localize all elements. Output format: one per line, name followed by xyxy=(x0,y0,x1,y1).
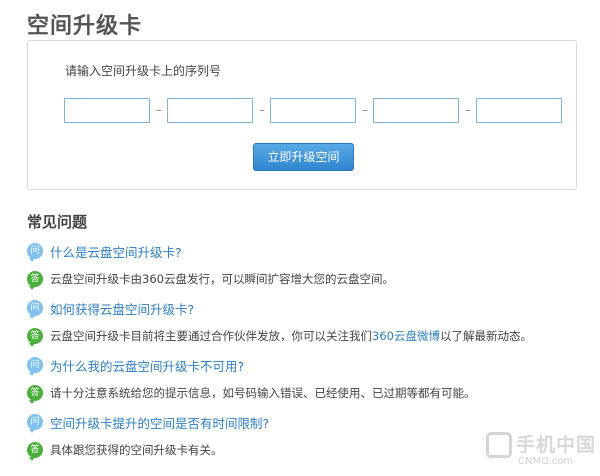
faq-answer-text: 云盘空间升级卡目前将主要通过合作伙伴发放，你可以关注我们360云盘微博以了解最新… xyxy=(50,328,532,344)
faq-answer: 答 云盘空间升级卡由360云盘发行，可以瞬间扩容增大您的云盘空间。 xyxy=(27,270,394,290)
serial-input-5[interactable] xyxy=(476,98,562,123)
upgrade-card: 请输入空间升级卡上的序列号 – – – – 立即升级空间 xyxy=(27,40,577,190)
watermark-logo-icon xyxy=(486,432,512,458)
faq-question-text[interactable]: 空间升级卡提升的空间是否有时间限制? xyxy=(50,413,269,432)
watermark-text: 手机中国 xyxy=(516,434,597,456)
faq-question[interactable]: 问 为什么我的云盘空间升级卡不可用? xyxy=(27,356,244,376)
faq-answer: 答 具体跟您获得的空间升级卡有关。 xyxy=(27,441,223,461)
faq-question[interactable]: 问 如何获得云盘空间升级卡? xyxy=(27,299,194,319)
faq-answer-after-link: 以了解最新动态。 xyxy=(439,329,532,343)
faq-question-text[interactable]: 如何获得云盘空间升级卡? xyxy=(50,299,194,318)
serial-dash: – xyxy=(156,103,162,117)
answer-icon: 答 xyxy=(27,442,43,461)
serial-input-4[interactable] xyxy=(373,98,459,123)
faq-question-text[interactable]: 什么是云盘空间升级卡? xyxy=(50,242,182,261)
answer-icon: 答 xyxy=(27,385,43,404)
answer-icon: 答 xyxy=(27,328,43,347)
serial-dash: – xyxy=(465,103,471,117)
serial-input-2[interactable] xyxy=(167,98,253,123)
answer-icon: 答 xyxy=(27,271,43,290)
page-title: 空间升级卡 xyxy=(27,14,143,39)
faq-answer: 答 请十分注意系统给您的提示信息，如号码输入错误、已经使用、已过期等都有可能。 xyxy=(27,384,476,404)
question-icon: 问 xyxy=(27,414,43,433)
cnmo-watermark: 手机中国 CNMO.com xyxy=(486,430,596,472)
weibo-link[interactable]: 360云盘微博 xyxy=(372,329,440,343)
question-icon: 问 xyxy=(27,243,43,262)
serial-dash: – xyxy=(259,103,265,117)
serial-input-1[interactable] xyxy=(64,98,150,123)
serial-input-3[interactable] xyxy=(270,98,356,123)
faq-question[interactable]: 问 什么是云盘空间升级卡? xyxy=(27,242,182,262)
upgrade-now-button[interactable]: 立即升级空间 xyxy=(253,143,354,171)
question-icon: 问 xyxy=(27,300,43,319)
faq-title: 常见问题 xyxy=(27,213,88,231)
faq-answer-before-link: 云盘空间升级卡目前将主要通过合作伙伴发放，你可以关注我们 xyxy=(50,329,372,343)
faq-answer-text: 云盘空间升级卡由360云盘发行，可以瞬间扩容增大您的云盘空间。 xyxy=(50,272,394,286)
serial-number-label: 请输入空间升级卡上的序列号 xyxy=(65,64,222,78)
faq-answer: 答 云盘空间升级卡目前将主要通过合作伙伴发放，你可以关注我们360云盘微博以了解… xyxy=(27,327,532,347)
faq-question-text[interactable]: 为什么我的云盘空间升级卡不可用? xyxy=(50,356,244,375)
serial-number-inputs: – – – – xyxy=(64,98,562,123)
watermark-subtext: CNMO.com xyxy=(518,456,574,467)
question-icon: 问 xyxy=(27,357,43,376)
faq-answer-text: 请十分注意系统给您的提示信息，如号码输入错误、已经使用、已过期等都有可能。 xyxy=(50,386,476,400)
faq-question[interactable]: 问 空间升级卡提升的空间是否有时间限制? xyxy=(27,413,269,433)
serial-dash: – xyxy=(362,103,368,117)
faq-answer-text: 具体跟您获得的空间升级卡有关。 xyxy=(50,443,223,457)
